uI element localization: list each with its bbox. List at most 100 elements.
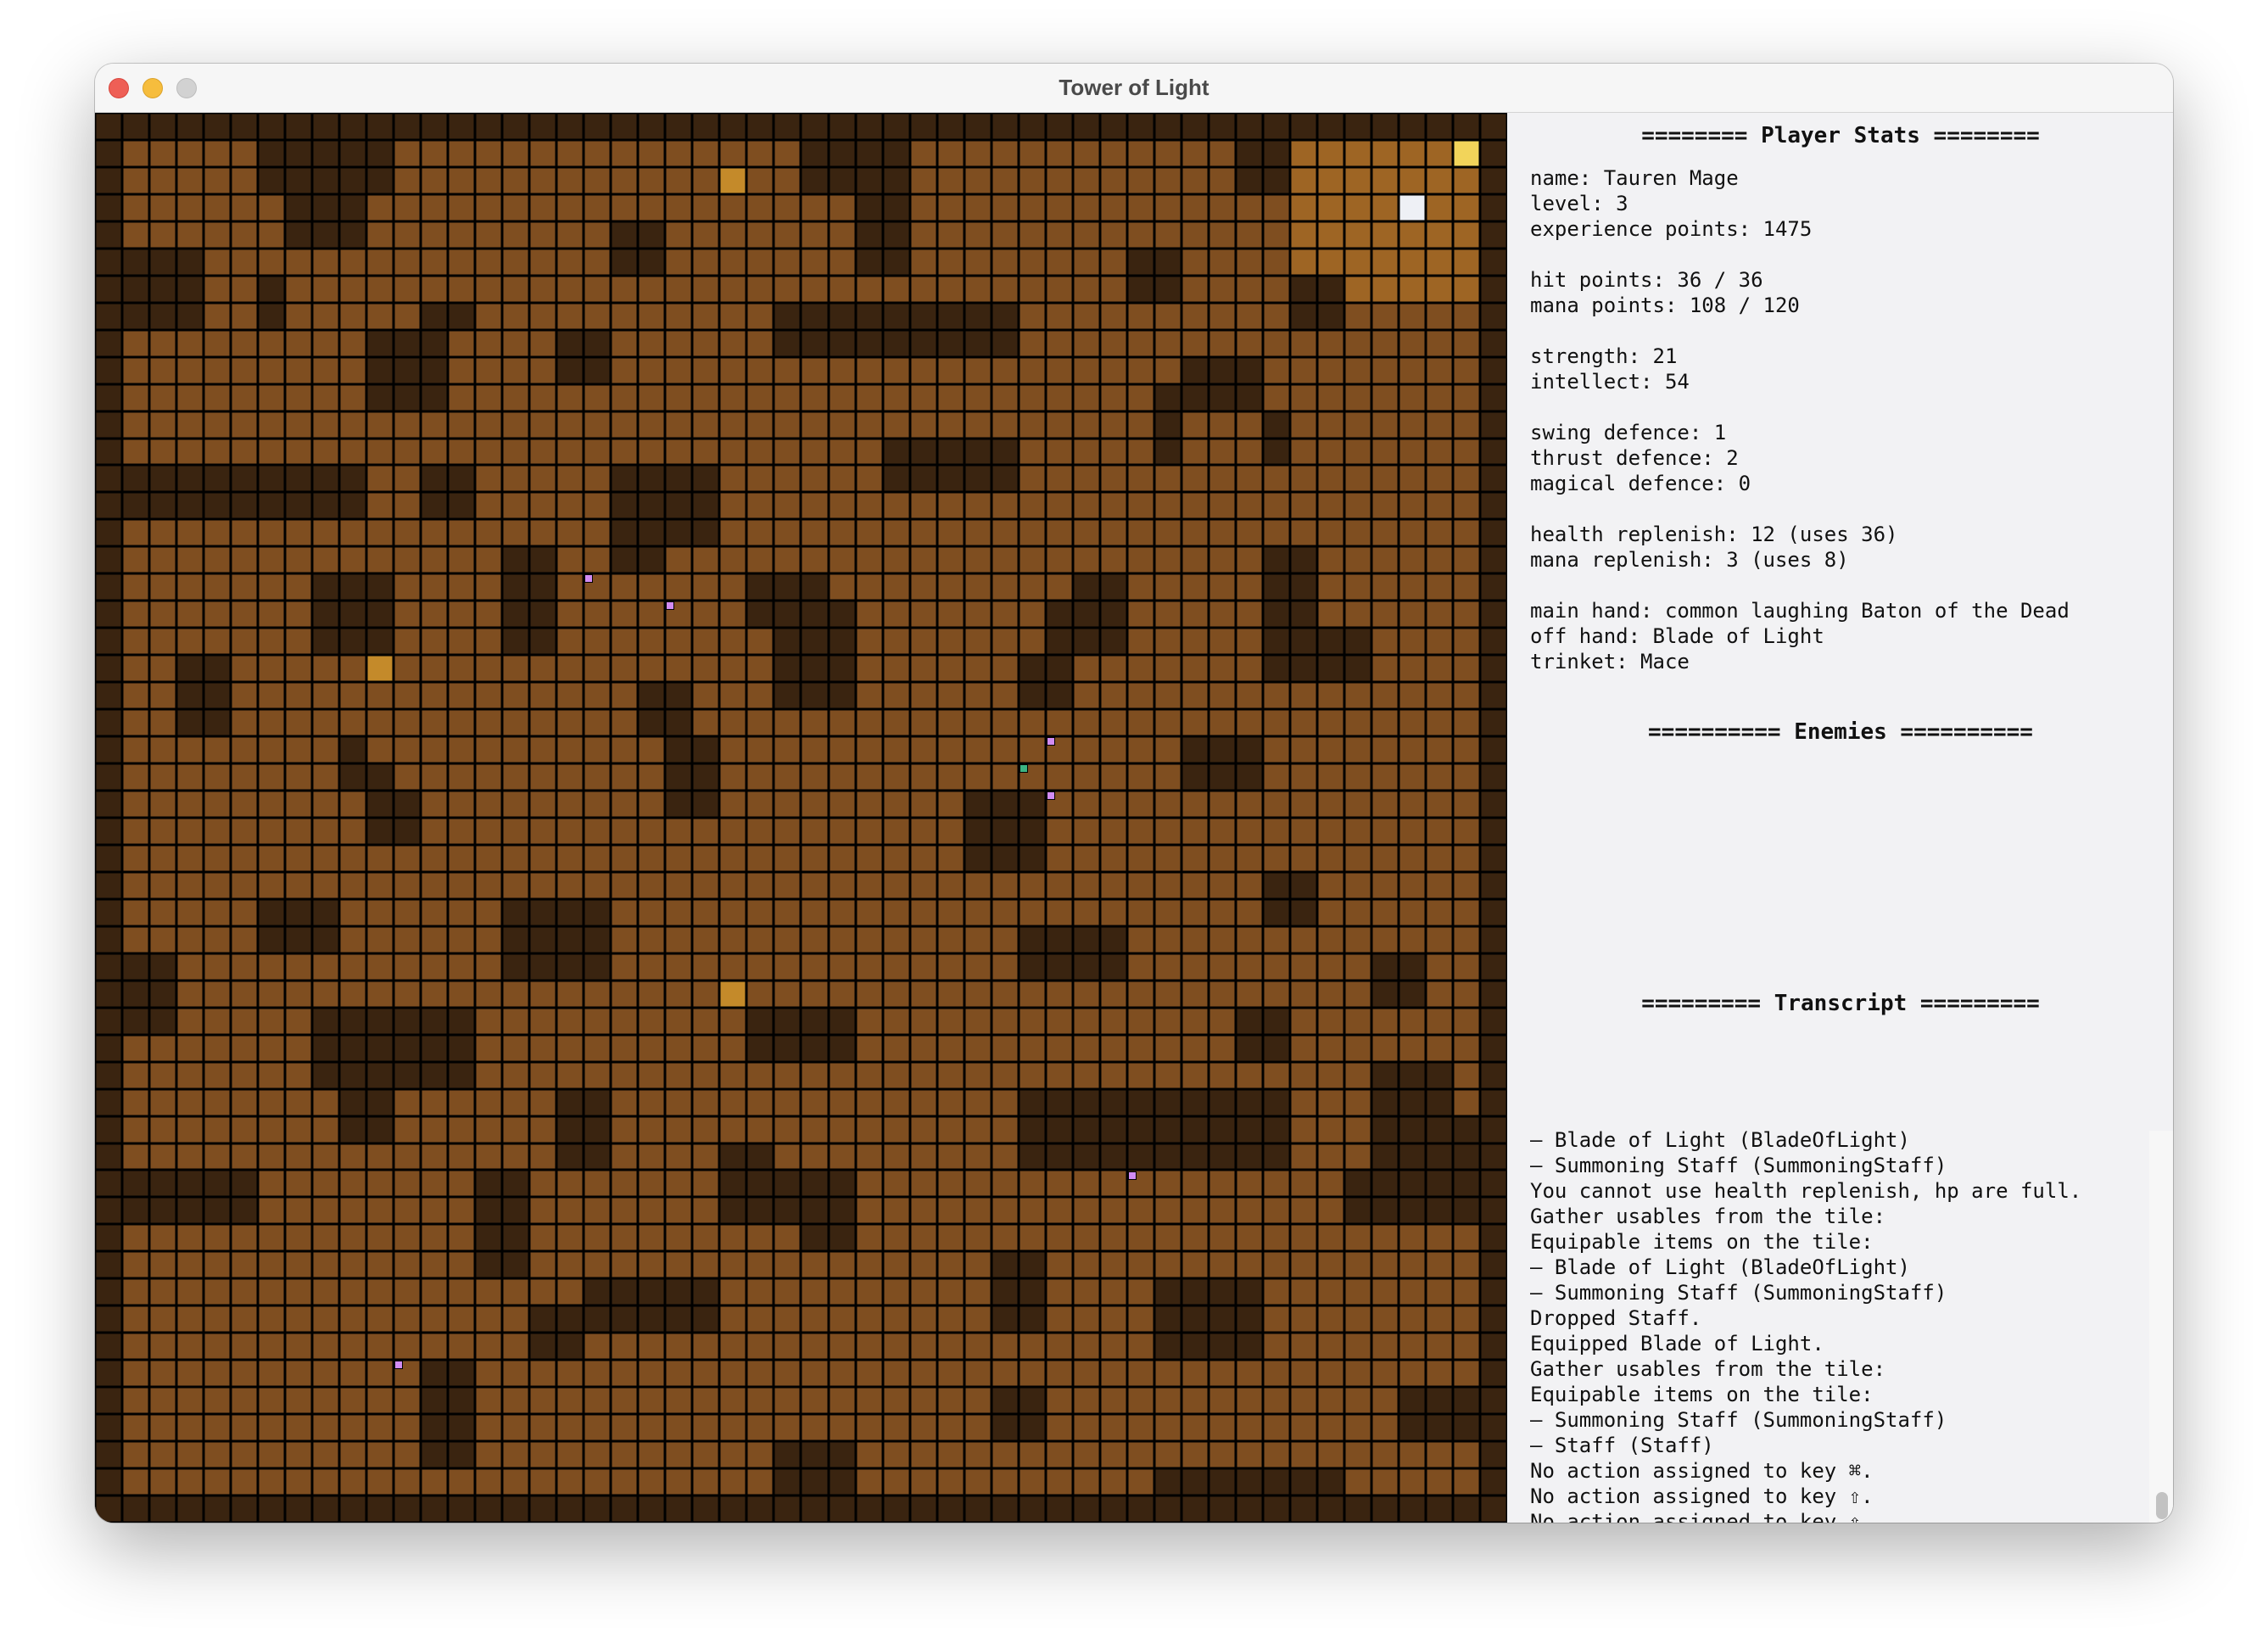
floor-tile <box>991 655 1019 683</box>
floor-tile <box>1343 601 1371 629</box>
floor-tile <box>312 519 340 547</box>
floor-tile <box>801 193 829 221</box>
floor-tile <box>719 411 747 439</box>
floor-tile <box>1018 1007 1046 1035</box>
floor-tile <box>584 1224 612 1252</box>
wall-tile <box>421 1495 449 1523</box>
floor-tile <box>665 1115 693 1143</box>
wall-tile <box>1398 1197 1426 1225</box>
floor-tile <box>1154 1441 1181 1469</box>
floor-tile <box>801 248 829 276</box>
floor-tile <box>1371 871 1399 899</box>
floor-tile <box>746 871 774 899</box>
transcript-line: – Blade of Light (BladeOfLight) <box>1530 1128 1910 1152</box>
floor-tile <box>1126 980 1154 1008</box>
floor-tile <box>719 193 747 221</box>
floor-tile <box>1208 655 1236 683</box>
floor-tile <box>964 1115 992 1143</box>
floor-tile <box>1045 1305 1073 1333</box>
floor-tile <box>1289 329 1317 357</box>
floor-tile <box>1099 248 1127 276</box>
lit-floor-tile <box>1452 193 1480 221</box>
floor-tile <box>122 1115 150 1143</box>
floor-tile <box>1045 275 1073 303</box>
wall-tile <box>122 492 150 520</box>
floor-tile <box>936 791 964 818</box>
floor-tile <box>1208 329 1236 357</box>
wall-tile <box>1316 628 1344 656</box>
wall-tile <box>421 1387 449 1415</box>
floor-tile <box>1072 438 1100 466</box>
floor-tile <box>1126 655 1154 683</box>
floor-tile <box>258 221 286 249</box>
wall-tile <box>584 953 612 981</box>
wall-tile <box>95 844 123 872</box>
floor-tile <box>1018 1441 1046 1469</box>
floor-tile <box>1099 329 1127 357</box>
floor-tile <box>285 980 313 1008</box>
floor-tile <box>475 871 503 899</box>
floor-tile <box>312 1251 340 1279</box>
floor-tile <box>774 791 802 818</box>
floor-tile <box>1316 546 1344 574</box>
wall-tile <box>1045 1495 1073 1523</box>
floor-tile <box>665 221 693 249</box>
wall-tile <box>366 763 394 791</box>
floor-tile <box>1099 1387 1127 1415</box>
lit-floor-tile <box>1452 275 1480 303</box>
floor-tile <box>991 573 1019 601</box>
floor-tile <box>421 953 449 981</box>
wall-tile <box>1235 1143 1263 1171</box>
floor-tile <box>312 329 340 357</box>
floor-tile <box>366 682 394 710</box>
floor-tile <box>339 302 367 330</box>
wall-tile <box>801 329 829 357</box>
wall-tile <box>1018 1115 1046 1143</box>
floor-tile <box>964 1468 992 1496</box>
floor-tile <box>692 1414 720 1442</box>
floor-tile <box>285 601 313 629</box>
wall-tile <box>1126 275 1154 303</box>
floor-tile <box>149 356 177 384</box>
floor-tile <box>665 898 693 926</box>
wall-tile <box>339 573 367 601</box>
floor-tile <box>855 1061 883 1089</box>
floor-tile <box>1343 1441 1371 1469</box>
floor-tile <box>801 1061 829 1089</box>
floor-tile <box>204 1061 232 1089</box>
wall-tile <box>339 465 367 493</box>
transcript-scroll-thumb[interactable] <box>2156 1492 2168 1519</box>
floor-tile <box>339 791 367 818</box>
floor-tile <box>719 356 747 384</box>
floor-tile <box>801 1251 829 1279</box>
transcript-scrollbar[interactable] <box>2149 1131 2173 1523</box>
floor-tile <box>475 1441 503 1469</box>
floor-tile <box>1425 736 1453 764</box>
floor-tile <box>801 1115 829 1143</box>
wall-tile <box>1343 113 1371 140</box>
floor-tile <box>1018 1333 1046 1361</box>
wall-tile <box>1479 1088 1507 1116</box>
floor-tile <box>176 953 204 981</box>
floor-tile <box>909 1251 937 1279</box>
floor-tile <box>882 817 910 845</box>
floor-tile <box>638 925 666 953</box>
transcript-log[interactable]: – Blade of Light (BladeOfLight) – Summoni… <box>1530 1127 2148 1523</box>
floor-tile <box>285 1034 313 1062</box>
floor-tile <box>502 302 530 330</box>
floor-tile <box>366 1251 394 1279</box>
wall-tile <box>882 302 910 330</box>
wall-tile <box>394 817 422 845</box>
floor-tile <box>964 1143 992 1171</box>
floor-tile <box>556 1414 584 1442</box>
wall-tile <box>95 248 123 276</box>
dungeon-map[interactable] <box>95 113 1507 1523</box>
wall-tile <box>1262 628 1290 656</box>
floor-tile <box>1371 1034 1399 1062</box>
floor-tile <box>828 791 856 818</box>
wall-tile <box>665 465 693 493</box>
floor-tile <box>1181 1197 1209 1225</box>
floor-tile <box>584 519 612 547</box>
stat-thrust-defence: thrust defence: 2 <box>1530 446 1739 470</box>
lit-floor-tile <box>1425 139 1453 167</box>
